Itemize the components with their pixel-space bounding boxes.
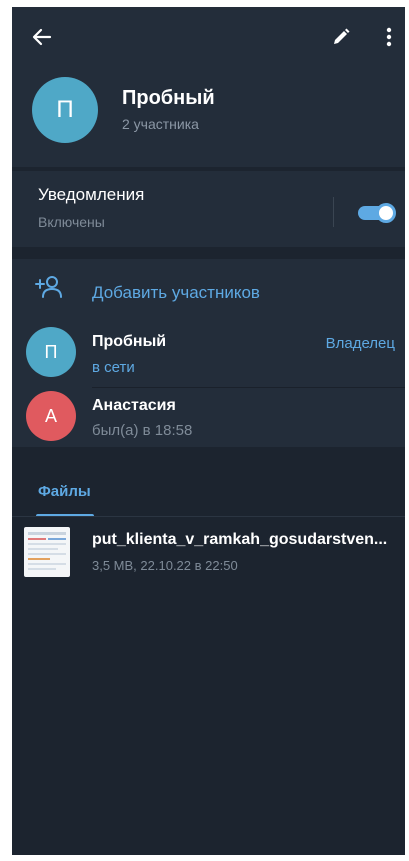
- notifications-section[interactable]: Уведомления Включены: [12, 171, 405, 247]
- edit-button[interactable]: [325, 21, 357, 53]
- more-button[interactable]: [377, 21, 401, 53]
- group-avatar[interactable]: П: [32, 77, 98, 143]
- more-vertical-icon: [386, 27, 392, 47]
- file-meta: 3,5 MB, 22.10.22 в 22:50: [92, 558, 238, 573]
- member-row[interactable]: П Пробный в сети Владелец: [12, 321, 405, 383]
- member-avatar: П: [26, 327, 76, 377]
- shared-media-tabs: Файлы: [12, 461, 405, 517]
- member-avatar-letter: П: [44, 341, 58, 362]
- tabs-divider: [12, 516, 405, 517]
- members-section: Добавить участников П Пробный в сети Вла…: [12, 259, 405, 447]
- add-members-label: Добавить участников: [92, 283, 260, 302]
- member-name: Анастасия: [92, 397, 176, 414]
- group-title: Пробный: [122, 87, 215, 109]
- member-status: был(а) в 18:58: [92, 422, 193, 439]
- toggle-thumb: [376, 203, 396, 223]
- tab-files[interactable]: Файлы: [26, 461, 106, 517]
- app-screen: П Пробный 2 участника Уведомления Включе…: [12, 7, 405, 855]
- pencil-icon: [334, 28, 350, 44]
- document-thumbnail-icon: [24, 527, 70, 577]
- notifications-status: Включены: [38, 214, 105, 230]
- toggle-divider: [333, 197, 334, 227]
- file-name: put_klienta_v_ramkah_gosudarstven...: [92, 531, 388, 548]
- member-divider: [92, 387, 405, 388]
- member-status: в сети: [92, 359, 135, 376]
- profile-header: П Пробный 2 участника: [12, 7, 405, 167]
- add-members-row[interactable]: Добавить участников: [12, 259, 405, 315]
- member-name: Пробный: [92, 333, 167, 350]
- tab-files-label: Файлы: [38, 483, 91, 500]
- file-item[interactable]: put_klienta_v_ramkah_gosudarstven... 3,5…: [12, 519, 405, 583]
- member-avatar: А: [26, 391, 76, 441]
- member-avatar-letter: А: [44, 405, 57, 426]
- group-member-count: 2 участника: [122, 116, 199, 132]
- member-role-badge: Владелец: [325, 335, 395, 352]
- add-user-icon: [35, 276, 62, 298]
- back-button[interactable]: [26, 21, 58, 53]
- notifications-toggle[interactable]: [358, 203, 396, 223]
- arrow-left-icon: [32, 28, 52, 46]
- notifications-label: Уведомления: [38, 185, 145, 204]
- member-row[interactable]: А Анастасия был(а) в 18:58: [12, 389, 405, 449]
- group-avatar-letter: П: [56, 96, 74, 123]
